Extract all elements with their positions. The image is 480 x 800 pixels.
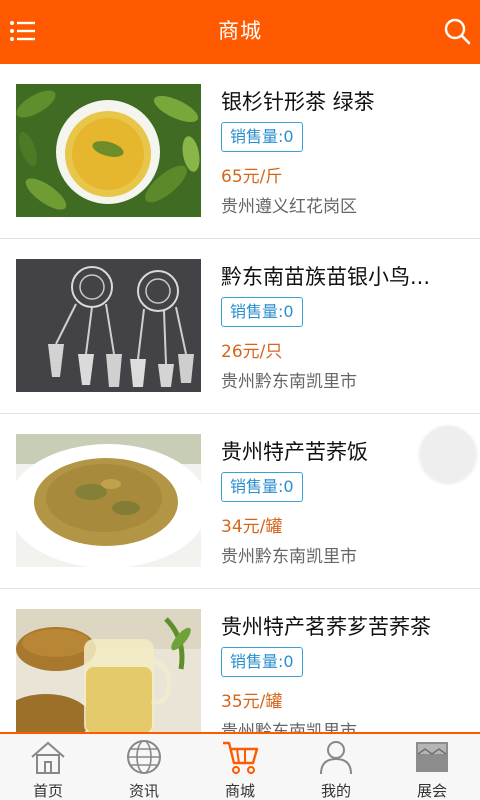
product-location: 贵州遵义红花岗区: [221, 197, 357, 217]
product-image-green-tea[interactable]: [16, 84, 201, 217]
product-item[interactable]: 贵州特产茗荞芗苦荞茶 销售量:0 35元/罐 贵州黔东南凯里市: [0, 589, 480, 732]
sales-badge: 销售量:0: [221, 472, 303, 502]
product-list: 银杉针形茶 绿茶 销售量:0 65元/斤 贵州遵义红花岗区 黔东南苗族苗银小鸟.…: [0, 64, 480, 732]
tab-mall[interactable]: 商城: [192, 734, 288, 800]
cart-icon: [220, 738, 260, 776]
product-item[interactable]: 黔东南苗族苗银小鸟... 销售量:0 26元/只 贵州黔东南凯里市: [0, 239, 480, 414]
sales-badge: 销售量:0: [221, 647, 303, 677]
product-price: 65元/斤: [221, 167, 283, 187]
product-name: 黔东南苗族苗银小鸟...: [221, 265, 431, 289]
product-item[interactable]: 银杉针形茶 绿茶 销售量:0 65元/斤 贵州遵义红花岗区: [0, 64, 480, 239]
product-location: 贵州黔东南凯里市: [221, 372, 357, 392]
tab-exhibition[interactable]: 展会: [384, 734, 480, 800]
product-image-silver-ornament[interactable]: [16, 259, 201, 392]
tab-label: 首页: [32, 782, 63, 800]
tab-label: 商城: [224, 782, 255, 800]
product-price: 35元/罐: [221, 692, 283, 712]
search-icon: [444, 18, 471, 45]
tab-label: 资讯: [128, 782, 159, 800]
globe-icon: [124, 738, 164, 776]
user-icon: [316, 738, 356, 776]
product-location: 贵州黔东南凯里市: [221, 722, 357, 732]
product-name: 贵州特产茗荞芗苦荞茶: [221, 615, 431, 639]
app-header: 商城: [0, 0, 480, 64]
sales-badge: 销售量:0: [221, 297, 303, 327]
tab-label: 我的: [320, 782, 351, 800]
product-name: 银杉针形茶 绿茶: [221, 90, 375, 114]
search-button[interactable]: [442, 14, 472, 48]
tab-news[interactable]: 资讯: [96, 734, 192, 800]
product-image-buckwheat-tea[interactable]: [16, 609, 201, 732]
bottom-tab-bar: 首页 资讯 商城 我的 展会: [0, 732, 480, 800]
home-icon: [28, 738, 68, 776]
sales-badge: 销售量:0: [221, 122, 303, 152]
floating-assistive-button[interactable]: [420, 426, 476, 482]
product-price: 26元/只: [221, 342, 283, 362]
exhibition-icon: [412, 738, 452, 776]
product-item[interactable]: 贵州特产苦荞饭 销售量:0 34元/罐 贵州黔东南凯里市: [0, 414, 480, 589]
page-title: 商城: [218, 19, 262, 43]
tab-home[interactable]: 首页: [0, 734, 96, 800]
product-image-buckwheat-rice[interactable]: [16, 434, 201, 567]
product-location: 贵州黔东南凯里市: [221, 547, 357, 567]
tab-mine[interactable]: 我的: [288, 734, 384, 800]
tab-label: 展会: [416, 782, 447, 800]
product-price: 34元/罐: [221, 517, 283, 537]
